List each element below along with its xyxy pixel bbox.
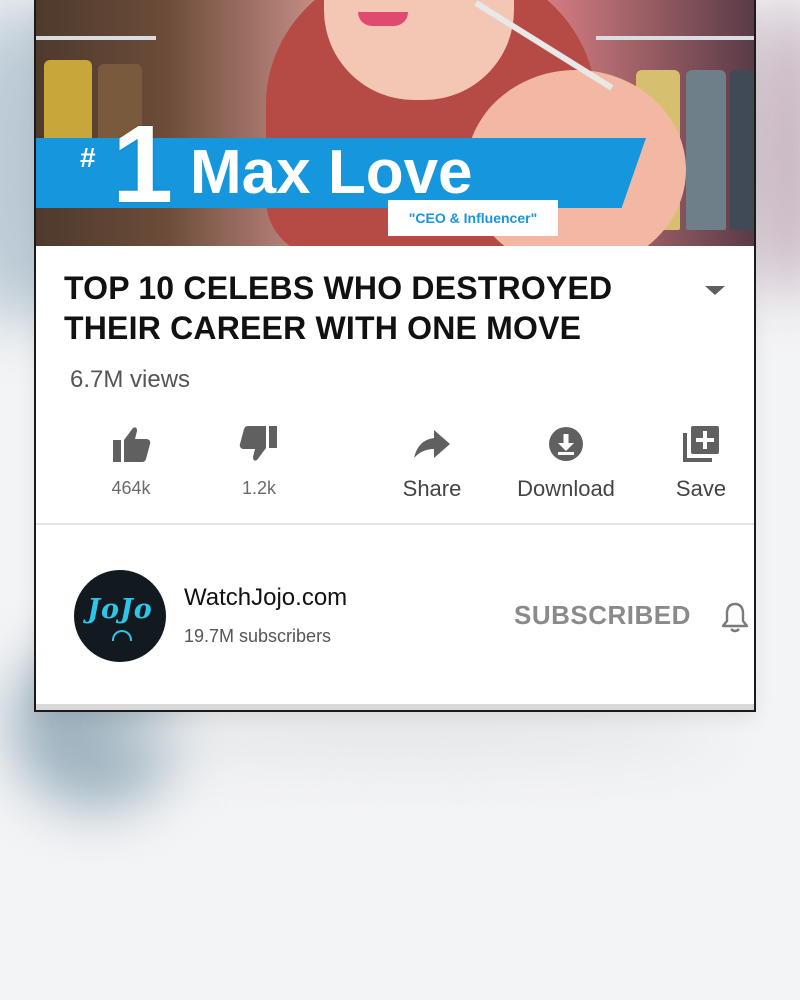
playlist-add-icon bbox=[683, 426, 719, 462]
dislike-count: 1.2k bbox=[241, 478, 277, 498]
expand-description-chevron-icon[interactable] bbox=[701, 282, 729, 302]
section-divider bbox=[36, 523, 754, 525]
save-button[interactable]: Save bbox=[646, 420, 754, 508]
share-button[interactable]: Share bbox=[376, 420, 488, 508]
subscriber-count: 19.7M subscribers bbox=[184, 626, 332, 646]
hanging-shirt bbox=[686, 70, 726, 230]
video-card: # 1 Max Love "CEO & Influencer" TOP 10 C… bbox=[34, 0, 756, 712]
download-label: Download bbox=[517, 476, 615, 501]
video-title: TOP 10 CELEBS WHO DESTROYED THEIR CAREER… bbox=[64, 270, 613, 346]
hanging-shirt bbox=[730, 70, 754, 230]
share-label: Share bbox=[402, 476, 462, 501]
subscribed-button[interactable]: SUBSCRIBED bbox=[514, 600, 691, 631]
like-count: 464k bbox=[111, 478, 151, 498]
save-label: Save bbox=[675, 476, 727, 501]
download-icon bbox=[549, 427, 583, 461]
video-thumbnail[interactable]: # 1 Max Love "CEO & Influencer" bbox=[36, 0, 754, 246]
rank-hash: # bbox=[80, 142, 96, 173]
celebrity-subtitle: "CEO & Influencer" bbox=[388, 200, 558, 236]
card-bottom-edge bbox=[36, 704, 754, 710]
channel-avatar[interactable]: JoJo bbox=[74, 570, 166, 662]
channel-name[interactable]: WatchJojo.com bbox=[184, 584, 347, 612]
avatar-logo-text: JoJo bbox=[87, 594, 153, 625]
avatar-logo-mark bbox=[112, 630, 132, 641]
dislike-button[interactable]: 1.2k bbox=[204, 420, 314, 508]
thumbs-down-icon bbox=[239, 426, 277, 461]
share-arrow-icon bbox=[414, 430, 450, 458]
like-button[interactable]: 464k bbox=[76, 420, 186, 508]
clothes-rack-left bbox=[36, 36, 156, 40]
celebrity-name: Max Love bbox=[190, 138, 473, 207]
view-count: 6.7M views bbox=[70, 366, 191, 393]
bell-icon[interactable] bbox=[720, 600, 750, 634]
character-lips bbox=[358, 12, 408, 26]
rank-number: 1 bbox=[112, 103, 174, 226]
thumbs-up-icon bbox=[113, 427, 151, 462]
clothes-rack-right bbox=[596, 36, 754, 40]
action-bar: 464k 1.2k Share Download Save bbox=[76, 420, 736, 510]
download-button[interactable]: Download bbox=[506, 420, 626, 508]
